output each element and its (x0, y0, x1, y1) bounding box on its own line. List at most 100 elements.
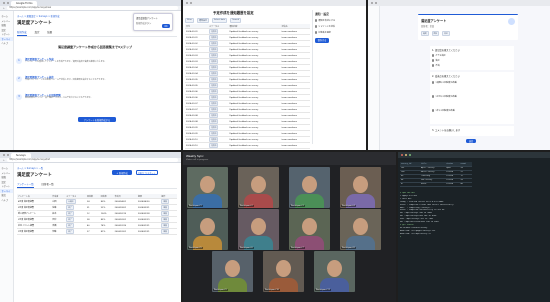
participant-name: Participant 2 (239, 205, 254, 207)
step-card: 1 満足度調査アンケート作成 テンプレートを使用してアンケートを作成できます。質問の… (16, 57, 175, 70)
radio-option[interactable]: 満足 (432, 59, 512, 62)
window-control-icon[interactable] (401, 154, 403, 156)
table-cell[interactable]: 編集 (160, 228, 177, 236)
participant-tile[interactable]: Participant 3 (289, 167, 330, 208)
participant-tile[interactable]: Participant 8 (340, 209, 381, 250)
sidebar-item[interactable]: ヘルプ (0, 41, 13, 46)
browser-tab[interactable]: Surveys (11, 152, 31, 158)
edit-button[interactable]: 編集 (161, 217, 169, 222)
survey-table: アンケート名 作成者 ステータス 回答数 回答率 作成日 期限 操作 4月度 満足度調査 山田 公開… (17, 194, 177, 236)
tab-item[interactable]: アンケート一覧 (17, 181, 34, 188)
sidebar-item[interactable]: ヘルプ (0, 198, 13, 203)
window-control-icon[interactable] (375, 2, 377, 4)
url-field[interactable]: https://example.com/app/surveys/new (7, 6, 178, 10)
radio-option[interactable]: 1か月に1回程度の改善 (432, 95, 512, 98)
window-control-icon[interactable] (371, 2, 373, 4)
form-tab[interactable]: 質問 (421, 31, 429, 36)
participant-tile[interactable]: Participant 2 (238, 167, 279, 208)
tab-item[interactable]: 新規作成 (17, 29, 27, 36)
back-icon[interactable]: ← (3, 7, 5, 10)
edit-button[interactable]: 編集 (161, 205, 169, 210)
new-survey-button[interactable]: + 新規作成 (112, 170, 132, 175)
browser-tab[interactable]: Google Forms (11, 0, 38, 6)
window-control-icon[interactable] (190, 2, 192, 4)
tab-item[interactable]: 設定 (35, 29, 40, 36)
edit-button[interactable]: 編集 (161, 223, 169, 228)
radio-icon[interactable] (432, 54, 435, 57)
call-header: Weekly Sync Video call in progress (183, 152, 396, 165)
checkbox-icon[interactable] (315, 31, 318, 34)
popup-ok-button[interactable]: OK (162, 24, 170, 28)
window-control-icon[interactable] (3, 2, 5, 4)
participant-tile[interactable]: Participant 10 (263, 251, 304, 292)
participant-tile[interactable]: Participant 6 (238, 209, 279, 250)
radio-icon[interactable] (432, 64, 435, 67)
participant-tile[interactable]: Participant 4 (340, 167, 381, 208)
table-row[interactable]: 97 Event closed 40 (400, 182, 472, 187)
window-notification-history: 予定作成を通知履歴を設定 Filter 通知設定 Select date Search… (183, 0, 366, 150)
avatar[interactable] (508, 18, 515, 25)
participant-name: Participant 7 (290, 247, 305, 249)
window-control-icon[interactable] (405, 154, 407, 156)
status-badge: 終了 (66, 223, 74, 228)
form-title: 満足度アンケート (421, 19, 447, 23)
checkbox-icon[interactable] (315, 25, 318, 28)
option-label: 1年に1回程度の改善 (435, 110, 455, 112)
participant-tile[interactable]: Participant 9 (212, 251, 253, 292)
filter-chip[interactable]: Search (230, 18, 242, 23)
participant-tile[interactable]: Participant 11 (314, 251, 355, 292)
radio-icon[interactable] (432, 81, 435, 84)
edit-button[interactable]: 編集 (161, 229, 169, 234)
participant-face (327, 260, 342, 277)
form-tab[interactable]: 回答 (431, 31, 440, 36)
radio-option[interactable]: 不満 (432, 64, 512, 67)
status-badge: 送信済 (209, 53, 219, 58)
screen: Google Forms ← https://example.com/app/s… (0, 0, 550, 302)
back-icon[interactable]: ← (3, 159, 5, 162)
radio-icon[interactable] (432, 95, 435, 98)
filter-chip[interactable]: 通知設定 (196, 18, 209, 23)
window-control-icon[interactable] (186, 2, 188, 4)
status-badge: 送信済 (209, 125, 219, 130)
window-control-icon[interactable] (3, 154, 5, 156)
panel-option[interactable]: 対象者を選択 (315, 31, 362, 34)
panel-option[interactable]: リマインドを送信 (315, 25, 362, 28)
table-row[interactable]: 2024-03-10 送信済 Updated feedback on survey t… (185, 142, 310, 150)
window-control-icon[interactable] (409, 154, 411, 156)
window-video-call: Weekly Sync Video call in progress Parti… (183, 152, 396, 302)
tab-item[interactable]: 回答者一覧 (42, 181, 54, 188)
panel-option[interactable]: 通知を有効にする (315, 19, 362, 22)
edit-button[interactable]: 編集 (161, 199, 169, 204)
participant-face (251, 218, 266, 235)
create-survey-button[interactable]: アンケートを新規作成する (78, 117, 116, 122)
terminal-line: $ (400, 235, 403, 238)
window-control-icon[interactable] (7, 154, 9, 156)
status-badge: 送信済 (209, 59, 219, 64)
radio-option[interactable]: 1週間に1回程度の改善 (432, 81, 512, 84)
participant-tile[interactable]: Participant 5 (187, 209, 228, 250)
radio-icon[interactable] (432, 109, 435, 112)
save-button[interactable]: 保存する (315, 38, 329, 43)
radio-icon[interactable] (432, 59, 435, 62)
form-tab[interactable]: 設定 (442, 31, 450, 36)
participant-face (353, 176, 368, 193)
tab-item[interactable]: 結果 (47, 29, 52, 36)
table-cell: 1月度 満足度調査 (17, 228, 52, 236)
call-subtitle: Video call in progress (186, 159, 209, 161)
participant-tile[interactable]: Participant 1 (187, 167, 228, 208)
radio-option[interactable]: 1年に1回程度の改善 (432, 109, 512, 112)
url-field[interactable]: https://example.com/app/surveys/list (7, 158, 178, 162)
table-row[interactable]: 1月度 満足度調査 伊藤 終了 27 81% 2024/01/01 2024/01/31 編集 (17, 228, 177, 236)
submit-button[interactable]: 送信 (466, 139, 476, 143)
checkbox-icon[interactable] (315, 19, 318, 22)
terminal-output[interactable]: $ npm run dev > app@1.0.0 dev > next dev re… (400, 192, 548, 239)
filter-chip[interactable]: Select date (211, 18, 228, 23)
query-result-table: survey_id title status count 101 April survey… (400, 162, 472, 187)
radio-option[interactable]: とても満足 (432, 54, 512, 57)
window-control-icon[interactable] (7, 2, 9, 4)
edit-button[interactable]: 編集 (161, 211, 169, 216)
filter-chip[interactable]: Filter (185, 18, 194, 23)
participant-tile[interactable]: Participant 7 (289, 209, 330, 250)
question-card: 2. 改善点を教えてください 1週間に1回程度の改善 1か月に1回程度の改善 1年に… (430, 72, 514, 124)
export-button[interactable]: CSVエクスポート (136, 170, 158, 175)
